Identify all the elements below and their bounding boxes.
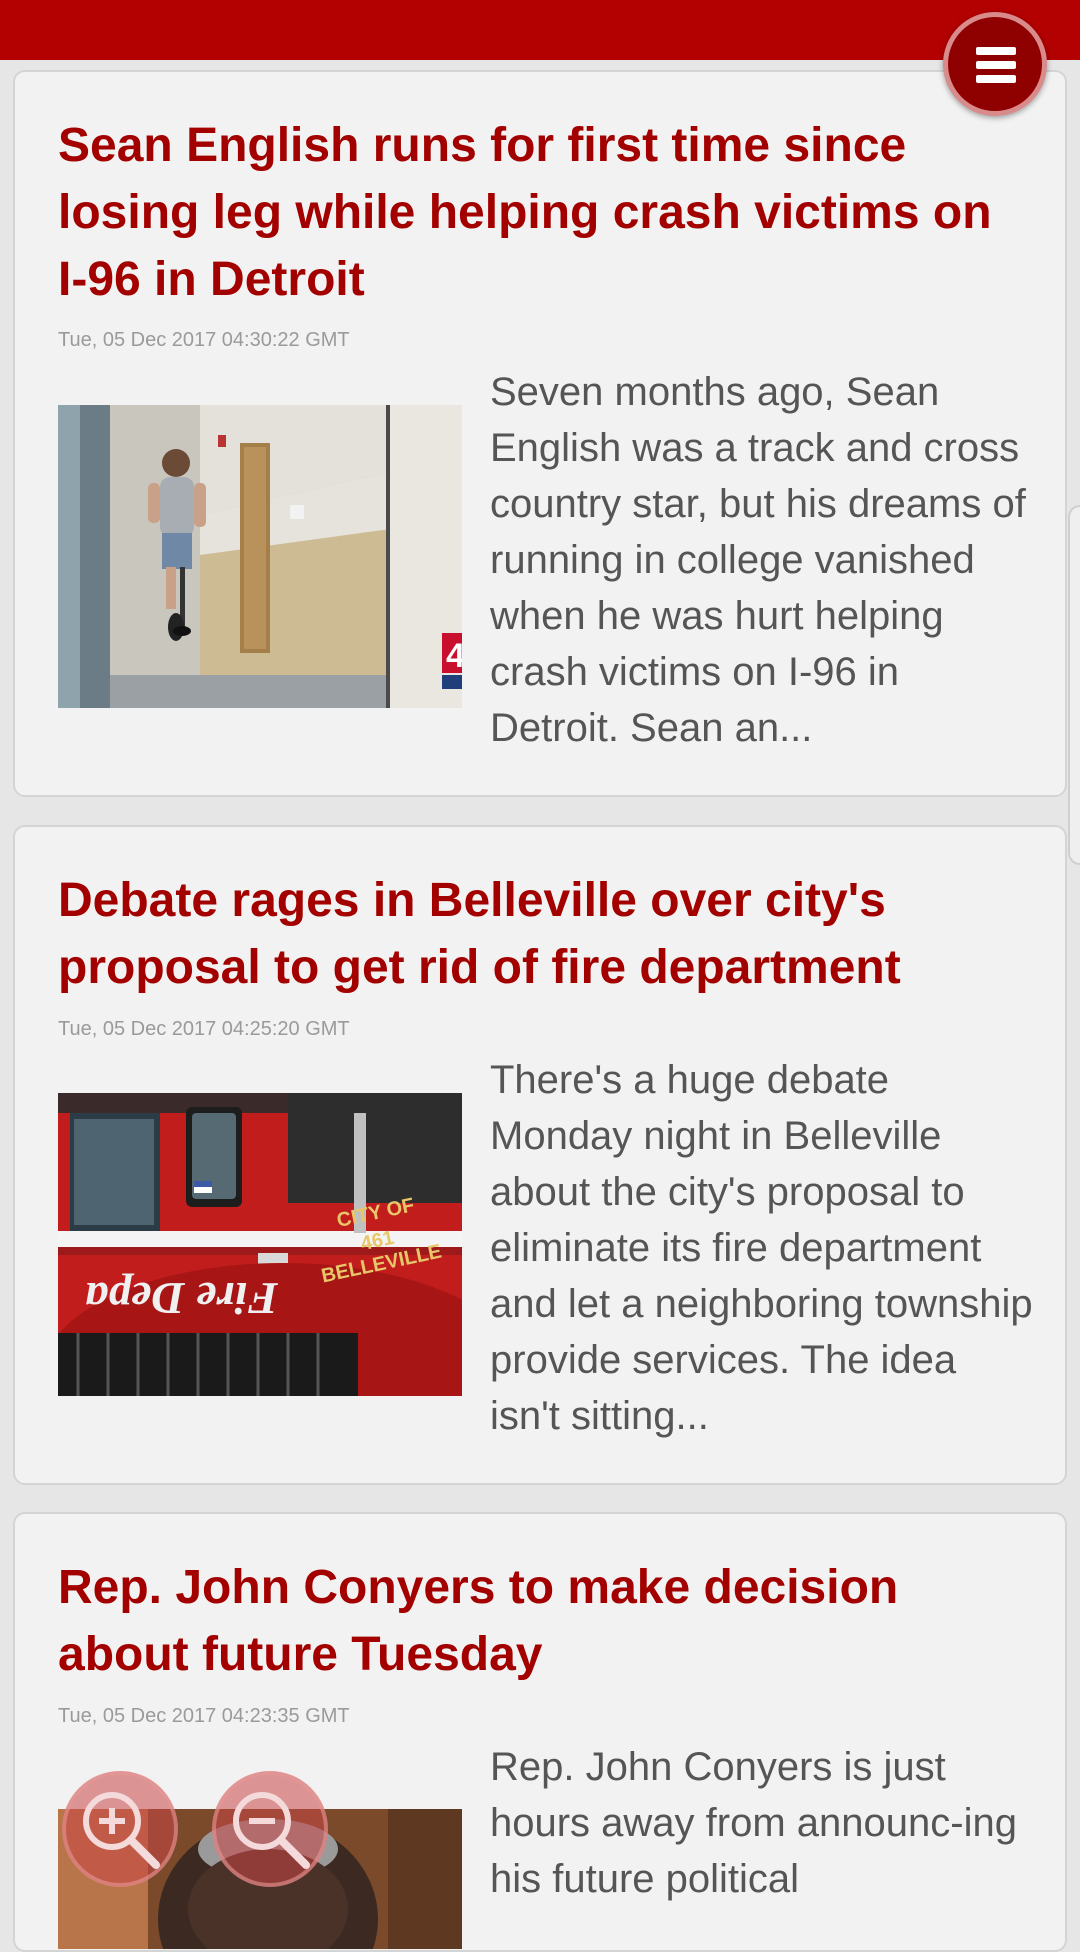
- zoom-in-button[interactable]: [62, 1771, 178, 1887]
- fire-truck-photo: Fire Depa CITY OF 461 BELLEVILLE: [58, 1093, 462, 1396]
- zoom-out-button[interactable]: [212, 1771, 328, 1887]
- menu-button[interactable]: [943, 12, 1047, 116]
- article-title[interactable]: Sean English runs for first time since l…: [58, 112, 1018, 313]
- side-drawer-handle[interactable]: [1068, 505, 1080, 865]
- top-app-bar: [0, 0, 1080, 60]
- article-card[interactable]: Debate rages in Belleville over city's p…: [13, 825, 1067, 1485]
- runner-hallway-photo: 4: [58, 405, 462, 708]
- article-date: Tue, 05 Dec 2017 04:23:35 GMT: [58, 1705, 350, 1727]
- article-title[interactable]: Rep. John Conyers to make decision about…: [58, 1554, 1018, 1688]
- article-summary: Rep. John Conyers is just hours away fro…: [490, 1745, 1017, 1901]
- article-date: Tue, 05 Dec 2017 04:30:22 GMT: [58, 329, 350, 351]
- article-summary: There's a huge debate Monday night in Be…: [490, 1058, 1033, 1438]
- zoom-in-icon: [83, 1792, 160, 1869]
- article-summary: Seven months ago, Sean English was a tra…: [490, 370, 1026, 750]
- article-thumbnail[interactable]: Fire Depa CITY OF 461 BELLEVILLE: [58, 1093, 462, 1396]
- svg-text:4: 4: [446, 637, 462, 675]
- article-title[interactable]: Debate rages in Belleville over city's p…: [58, 867, 1018, 1001]
- article-thumbnail[interactable]: 4: [58, 405, 462, 708]
- svg-text:Fire Depa: Fire Depa: [85, 1273, 279, 1324]
- article-card[interactable]: Sean English runs for first time since l…: [13, 70, 1067, 797]
- article-card[interactable]: Rep. John Conyers to make decision about…: [13, 1512, 1067, 1952]
- zoom-out-icon: [233, 1792, 310, 1869]
- article-date: Tue, 05 Dec 2017 04:25:20 GMT: [58, 1018, 350, 1040]
